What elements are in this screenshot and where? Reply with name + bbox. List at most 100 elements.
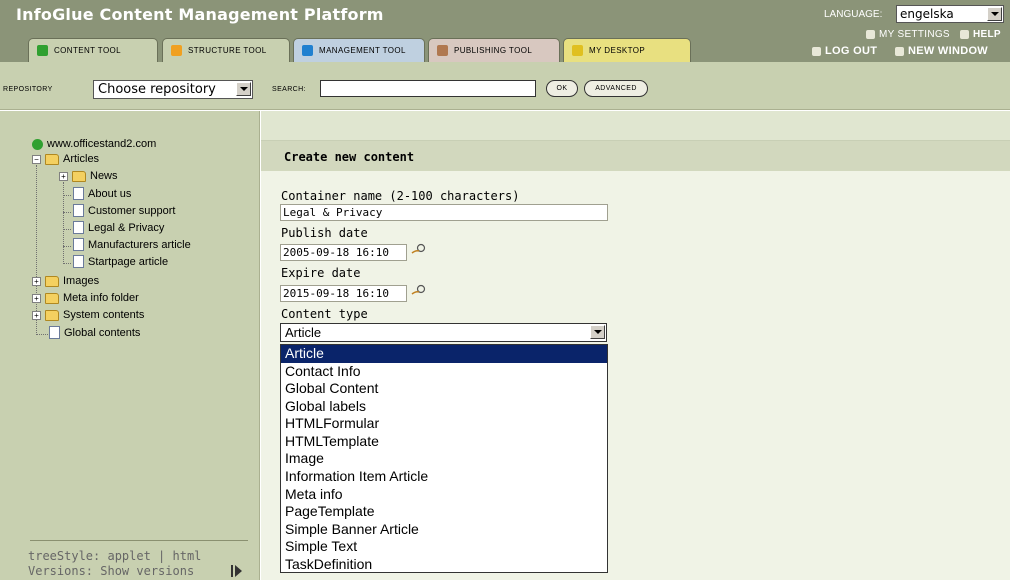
tab-management-tool[interactable]: MANAGEMENT TOOL: [293, 38, 425, 62]
tree-line: [63, 229, 71, 230]
calendar-picker-icon[interactable]: [411, 284, 427, 298]
tree-line: [63, 212, 71, 213]
chevron-down-icon[interactable]: [987, 7, 1002, 21]
help-link[interactable]: HELP: [960, 29, 1001, 40]
option-htmlformular[interactable]: HTMLFormular: [281, 415, 607, 433]
option-information-item-article[interactable]: Information Item Article: [281, 468, 607, 486]
tree-item-customer-support[interactable]: Customer support: [73, 204, 175, 217]
document-icon: [49, 326, 60, 339]
ok-button[interactable]: OK: [546, 80, 578, 97]
container-name-input[interactable]: Legal & Privacy: [280, 204, 608, 221]
folder-open-icon: [45, 153, 59, 165]
tree-item-label: News: [90, 170, 118, 182]
collapse-bar[interactable]: [231, 565, 233, 577]
help-label: HELP: [973, 29, 1001, 40]
content-type-select[interactable]: Article: [280, 323, 607, 342]
option-meta-info[interactable]: Meta info: [281, 486, 607, 504]
option-taskdefinition[interactable]: TaskDefinition: [281, 556, 607, 574]
tree-item-articles[interactable]: − Articles: [32, 153, 99, 165]
tab-content-tool[interactable]: CONTENT TOOL: [28, 38, 158, 62]
tree-item-label: Images: [63, 275, 100, 287]
option-simple-text[interactable]: Simple Text: [281, 538, 607, 556]
language-label: LANGUAGE:: [824, 9, 883, 20]
site-icon: [32, 138, 43, 150]
my-settings-label: MY SETTINGS: [879, 29, 950, 40]
tree-item-label: Legal & Privacy: [88, 221, 165, 234]
option-global-labels[interactable]: Global labels: [281, 398, 607, 416]
publish-date-input[interactable]: 2005-09-18 16:10: [280, 244, 407, 261]
container-name-label: Container name (2-100 characters): [281, 189, 520, 203]
option-image[interactable]: Image: [281, 450, 607, 468]
expire-date-label: Expire date: [281, 266, 361, 280]
expand-icon[interactable]: +: [32, 310, 41, 320]
option-contact-info[interactable]: Contact Info: [281, 363, 607, 381]
tree-line: [63, 195, 71, 196]
tree-item-site[interactable]: www.officestand2.com: [32, 138, 156, 150]
tree-item-label: Customer support: [88, 204, 176, 217]
tab-my-desktop[interactable]: MY DESKTOP: [563, 38, 691, 62]
option-article[interactable]: Article: [281, 345, 607, 363]
tab-label: STRUCTURE TOOL: [188, 46, 267, 55]
publish-date-label: Publish date: [281, 226, 368, 240]
green-cube-icon: [37, 45, 48, 56]
tree-item-startpage-article[interactable]: Startpage article: [73, 255, 168, 268]
expire-date-input[interactable]: 2015-09-18 16:10: [280, 285, 407, 302]
option-global-content[interactable]: Global Content: [281, 380, 607, 398]
advanced-button[interactable]: ADVANCED: [584, 80, 648, 97]
content-type-label: Content type: [281, 307, 368, 321]
expand-icon[interactable]: +: [32, 293, 41, 303]
language-select-value: engelska: [900, 7, 954, 21]
collapse-sidebar-icon[interactable]: [235, 565, 242, 577]
tree-item-label: Manufacturers article: [88, 238, 191, 251]
my-settings-link[interactable]: MY SETTINGS: [866, 29, 950, 40]
new-window-link[interactable]: NEW WINDOW: [895, 45, 988, 57]
tab-label: CONTENT TOOL: [54, 46, 122, 55]
tree-style-switch[interactable]: treeStyle: applet | html: [28, 549, 201, 563]
brown-cube-icon: [437, 45, 448, 56]
tree-item-label: Startpage article: [88, 255, 169, 268]
collapse-icon[interactable]: −: [32, 154, 41, 164]
chevron-down-icon[interactable]: [590, 325, 605, 339]
document-icon: [73, 204, 84, 217]
expand-icon[interactable]: +: [32, 276, 41, 286]
tree-item-legal-privacy[interactable]: Legal & Privacy: [73, 221, 164, 234]
option-htmltemplate[interactable]: HTMLTemplate: [281, 433, 607, 451]
option-simple-banner-article[interactable]: Simple Banner Article: [281, 521, 607, 539]
tree-item-label: Global contents: [64, 326, 141, 339]
tab-label: MANAGEMENT TOOL: [319, 46, 406, 55]
option-pagetemplate[interactable]: PageTemplate: [281, 503, 607, 521]
tree-item-global-contents[interactable]: Global contents: [49, 326, 140, 339]
search-label: SEARCH:: [272, 86, 306, 93]
main-top-band: [261, 111, 1010, 141]
cube-icon: [866, 30, 875, 39]
tree-item-label: Meta info folder: [63, 292, 139, 304]
tree-item-label: Articles: [63, 153, 100, 165]
tree-item-label: System contents: [63, 309, 145, 321]
repository-select[interactable]: Choose repository: [93, 80, 253, 99]
chevron-down-icon[interactable]: [236, 82, 251, 96]
expand-icon[interactable]: +: [59, 171, 68, 181]
folder-icon: [72, 170, 86, 182]
tab-label: MY DESKTOP: [589, 46, 646, 55]
calendar-picker-icon[interactable]: [411, 243, 427, 257]
orange-cube-icon: [171, 45, 182, 56]
document-icon: [73, 221, 84, 234]
folder-icon: [45, 275, 59, 287]
versions-link[interactable]: Versions: Show versions: [28, 564, 194, 578]
cube-icon: [895, 46, 904, 56]
tree-item-news[interactable]: + News: [59, 170, 118, 182]
log-out-link[interactable]: LOG OUT: [812, 45, 877, 57]
search-input[interactable]: [320, 80, 536, 97]
tree-item-meta-info-folder[interactable]: + Meta info folder: [32, 292, 139, 304]
tree-item-system-contents[interactable]: + System contents: [32, 309, 144, 321]
tree-item-manufacturers-article[interactable]: Manufacturers article: [73, 238, 191, 251]
tree-item-images[interactable]: + Images: [32, 275, 99, 287]
new-window-label: NEW WINDOW: [908, 45, 988, 57]
yellow-cube-icon: [572, 45, 583, 56]
language-select[interactable]: engelska: [896, 5, 1004, 23]
document-icon: [73, 238, 84, 251]
tab-publishing-tool[interactable]: PUBLISHING TOOL: [428, 38, 560, 62]
tree-item-about-us[interactable]: About us: [73, 187, 131, 200]
content-type-dropdown-list: Article Contact Info Global Content Glob…: [280, 344, 608, 573]
tab-structure-tool[interactable]: STRUCTURE TOOL: [162, 38, 290, 62]
